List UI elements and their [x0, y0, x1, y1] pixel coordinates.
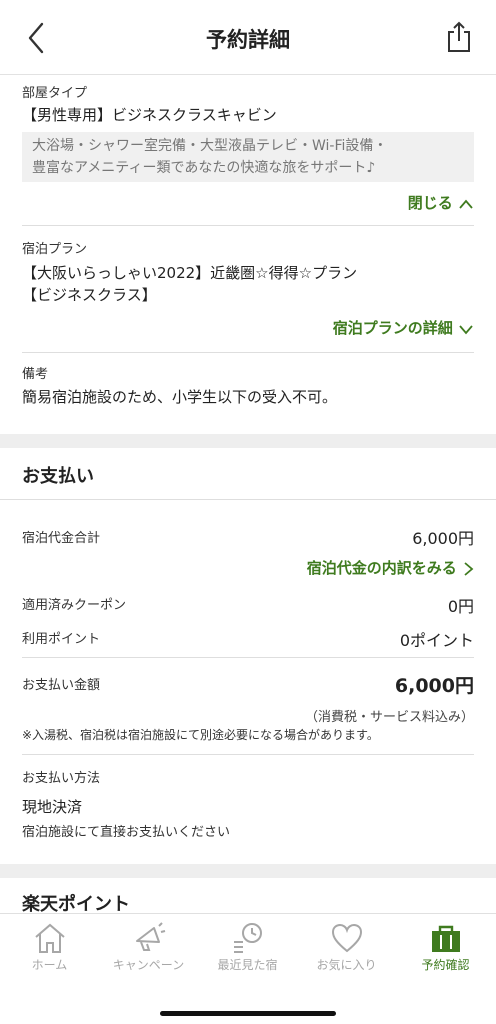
section-gap — [0, 864, 496, 878]
total-label: 宿泊代金合計 — [22, 531, 101, 546]
tab-label: ホーム — [31, 958, 68, 972]
tab-favorites[interactable]: お気に入り — [297, 922, 396, 973]
payment-method-label: お支払い方法 — [22, 771, 101, 786]
divider — [22, 225, 474, 226]
amount-label: お支払い金額 — [22, 678, 101, 693]
tab-reservation[interactable]: 予約確認 — [396, 922, 495, 973]
home-indicator — [160, 1011, 336, 1016]
plan-name: 【大阪いらっしゃい2022】近畿圏☆得得☆プラン 【ビジネスクラス】 — [22, 262, 357, 306]
room-type-name: 【男性専用】ビジネスクラスキャビン — [22, 106, 277, 124]
points-label: 利用ポイント — [22, 632, 101, 647]
room-description-line1: 大浴場・シャワー室完備・大型液晶テレビ・Wi-Fi設備・ — [32, 138, 388, 154]
tab-recently-viewed[interactable]: 最近見た宿 — [198, 922, 297, 973]
divider — [22, 657, 474, 658]
chevron-right-icon — [464, 561, 474, 576]
close-label: 閉じる — [407, 194, 453, 212]
tab-label: お気に入り — [316, 958, 377, 972]
tab-home[interactable]: ホーム — [0, 922, 99, 973]
room-description: 大浴場・シャワー室完備・大型液晶テレビ・Wi-Fi設備・ 豊富なアメニティー類で… — [22, 132, 474, 182]
history-icon — [233, 923, 262, 953]
heart-icon — [331, 923, 362, 953]
breakdown-link[interactable]: 宿泊代金の内訳をみる — [307, 557, 474, 578]
plan-detail-button[interactable]: 宿泊プランの詳細 — [333, 317, 474, 338]
total-value: 6,000円 — [412, 529, 474, 548]
bag-icon — [431, 925, 460, 952]
divider — [22, 754, 474, 755]
section-gap — [0, 434, 496, 448]
plan-name-line1: 【大阪いらっしゃい2022】近畿圏☆得得☆プラン — [22, 264, 358, 282]
tab-label: キャンペーン — [112, 958, 185, 972]
divider — [0, 499, 496, 500]
coupon-label: 適用済みクーポン — [22, 598, 127, 613]
remarks-text: 簡易宿泊施設のため、小学生以下の受入不可。 — [22, 388, 338, 406]
tab-label: 予約確認 — [421, 958, 470, 972]
header-bar: 予約詳細 — [0, 0, 496, 75]
plan-label: 宿泊プラン — [22, 242, 88, 257]
breakdown-label: 宿泊代金の内訳をみる — [306, 559, 457, 577]
close-room-detail-button[interactable]: 閉じる — [408, 192, 474, 213]
remarks-label: 備考 — [22, 367, 49, 382]
amount-value: 6,000円 — [394, 675, 474, 697]
share-button[interactable] — [446, 20, 472, 54]
bottom-tab-bar: ホーム キャンペーン 最近見た宿 お気に入り 予約確認 — [0, 913, 496, 1024]
chevron-down-icon — [459, 324, 473, 334]
plan-name-line2: 【ビジネスクラス】 — [22, 286, 157, 304]
extra-tax-note: ※入湯税、宿泊税は宿泊施設にて別途必要になる場合があります。 — [22, 728, 379, 742]
room-description-line2: 豊富なアメニティー類であなたの快適な旅をサポート♪ — [32, 160, 376, 176]
payment-method-value: 現地決済 — [22, 798, 83, 816]
tab-campaign[interactable]: キャンペーン — [99, 922, 198, 973]
payment-heading: お支払い — [22, 466, 94, 487]
tax-note: （消費税・サービス料込み） — [304, 710, 474, 725]
room-type-label: 部屋タイプ — [22, 86, 88, 101]
chevron-up-icon — [459, 199, 473, 209]
points-value: 0ポイント — [399, 631, 474, 650]
plan-detail-label: 宿泊プランの詳細 — [332, 319, 453, 337]
page-title: 予約詳細 — [206, 28, 290, 52]
share-icon — [448, 21, 470, 52]
tab-label: 最近見た宿 — [217, 958, 278, 972]
divider — [22, 352, 474, 353]
megaphone-icon — [135, 922, 165, 951]
payment-method-note: 宿泊施設にて直接お支払いください — [22, 825, 231, 840]
home-icon — [34, 923, 65, 953]
coupon-value: 0円 — [447, 597, 474, 616]
